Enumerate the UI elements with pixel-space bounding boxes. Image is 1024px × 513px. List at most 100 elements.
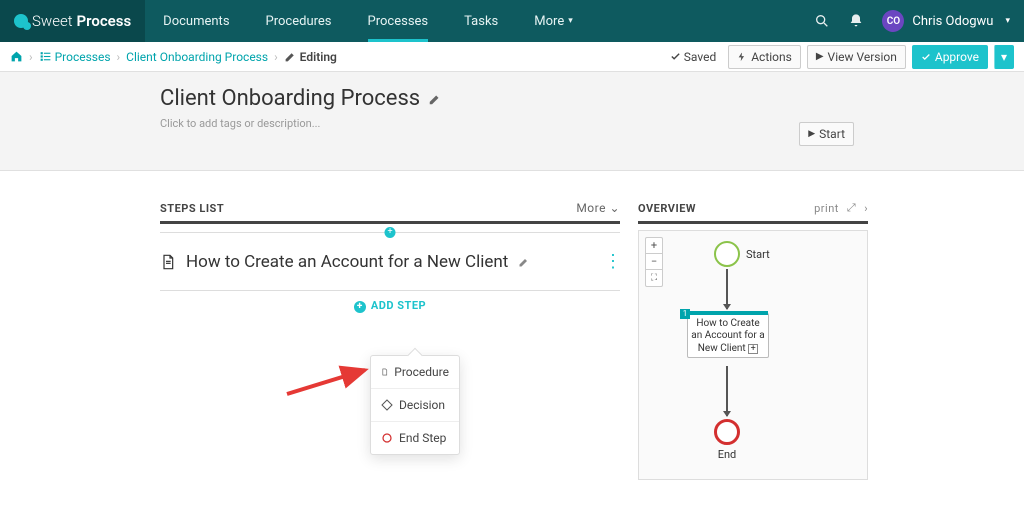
- nav-documents[interactable]: Documents: [145, 0, 247, 42]
- breadcrumb-sep: ›: [274, 50, 278, 64]
- pencil-icon: [518, 256, 530, 268]
- logo[interactable]: SweetProcess: [0, 0, 145, 42]
- flow-arrow-icon: [726, 269, 728, 309]
- popover-decision[interactable]: Decision: [371, 388, 459, 421]
- add-step-button[interactable]: ADD STEP: [160, 299, 620, 313]
- nav-processes[interactable]: Processes: [350, 0, 447, 42]
- node-start-label: Start: [746, 248, 770, 261]
- start-button[interactable]: ▶Start: [799, 122, 854, 146]
- step-row-1[interactable]: How to Create an Account for a New Clien…: [160, 241, 620, 282]
- overview-heading: OVERVIEW: [638, 202, 696, 215]
- bolt-icon: [737, 52, 747, 62]
- nav-tasks[interactable]: Tasks: [446, 0, 516, 42]
- breadcrumb-bar: › Processes › Client Onboarding Process …: [0, 42, 1024, 72]
- overview-heading-row: OVERVIEW print ⤢ ›: [638, 201, 868, 224]
- nav-procedures-label: Procedures: [266, 14, 332, 29]
- insert-rule-mid: [160, 290, 620, 291]
- node-end[interactable]: End: [714, 419, 740, 461]
- nav-documents-label: Documents: [163, 14, 229, 29]
- node-accent-bar: [688, 311, 768, 315]
- popover-procedure[interactable]: Procedure: [371, 356, 459, 388]
- user-menu[interactable]: CO Chris Odogwu ▾: [882, 10, 1010, 32]
- home-icon[interactable]: [10, 50, 23, 63]
- saved-label: Saved: [684, 50, 716, 64]
- tags-description-hint[interactable]: Click to add tags or description...: [160, 117, 1024, 130]
- popover-end-step-label: End Step: [399, 431, 446, 445]
- pencil-icon: [284, 50, 297, 63]
- search-icon[interactable]: [814, 13, 830, 29]
- node-start[interactable]: Start: [714, 241, 770, 267]
- pencil-icon: [428, 92, 442, 106]
- avatar-initials: CO: [887, 16, 900, 27]
- chevron-down-icon: ▾: [568, 16, 573, 26]
- breadcrumb-sep: ›: [117, 50, 121, 64]
- chevron-down-icon: ⌄: [609, 201, 620, 215]
- nav-right: CO Chris Odogwu ▾: [814, 10, 1024, 32]
- popover-decision-label: Decision: [399, 398, 445, 412]
- popover-end-step[interactable]: End Step: [371, 421, 459, 454]
- check-icon: [921, 52, 931, 62]
- step-menu-icon[interactable]: ⋮: [604, 251, 620, 272]
- popover-procedure-label: Procedure: [394, 365, 449, 379]
- check-icon: [670, 51, 681, 62]
- edit-step-icon[interactable]: [518, 256, 530, 268]
- node-end-label: End: [714, 448, 740, 461]
- process-title-text: Client Onboarding Process: [160, 86, 420, 111]
- list-icon: [39, 50, 52, 63]
- diamond-icon: [381, 399, 393, 411]
- steps-heading-row: STEPS LIST More ⌄: [160, 201, 620, 224]
- action-bar: Saved Actions ▶View Version Approve ▾: [670, 45, 1014, 69]
- add-step-popover: Procedure Decision End Step: [370, 355, 460, 455]
- edit-title-icon[interactable]: [428, 92, 442, 106]
- chevron-right-icon[interactable]: ›: [864, 202, 868, 215]
- process-title: Client Onboarding Process: [160, 86, 1024, 111]
- circle-icon: [381, 432, 393, 444]
- nav-more-label: More: [534, 14, 564, 29]
- nav-processes-label: Processes: [368, 14, 429, 29]
- main-content: STEPS LIST More ⌄ + How to Create an Acc…: [0, 171, 1024, 480]
- caret-down-icon: ▾: [1001, 50, 1007, 64]
- bell-icon[interactable]: [848, 13, 864, 29]
- approve-label: Approve: [935, 50, 979, 64]
- add-step-label: ADD STEP: [371, 299, 426, 312]
- play-icon: ▶: [816, 51, 824, 62]
- zoom-controls: + − ⛶: [645, 237, 663, 287]
- node-step-1[interactable]: 1 How to Create an Account for a New Cli…: [687, 313, 769, 358]
- end-circle-icon: [714, 419, 740, 445]
- expand-icon[interactable]: ⤢: [847, 201, 856, 215]
- actions-label: Actions: [751, 50, 792, 64]
- steps-more[interactable]: More ⌄: [576, 201, 620, 215]
- node-badge: 1: [680, 309, 690, 319]
- zoom-out[interactable]: −: [646, 254, 662, 270]
- approve-button[interactable]: Approve: [912, 45, 988, 69]
- breadcrumb-sep: ›: [29, 50, 33, 64]
- chevron-down-icon: ▾: [1005, 16, 1010, 26]
- saved-status: Saved: [670, 50, 716, 64]
- zoom-in[interactable]: +: [646, 238, 662, 254]
- nav-more[interactable]: More ▾: [516, 0, 590, 42]
- logo-mark-icon: [14, 14, 28, 28]
- logo-text-thin: Sweet: [32, 12, 73, 30]
- breadcrumb-current[interactable]: Client Onboarding Process: [126, 50, 268, 64]
- steps-more-label: More: [576, 201, 606, 215]
- insert-rule-top: +: [160, 232, 620, 233]
- actions-button[interactable]: Actions: [728, 45, 801, 69]
- top-nav: SweetProcess Documents Procedures Proces…: [0, 0, 1024, 42]
- overview-canvas[interactable]: + − ⛶ Start 1 How to Create an Account f…: [638, 230, 868, 480]
- view-version-button[interactable]: ▶View Version: [807, 45, 906, 69]
- document-icon: [381, 366, 388, 378]
- step-title: How to Create an Account for a New Clien…: [186, 252, 508, 272]
- breadcrumb-processes[interactable]: Processes: [55, 50, 111, 64]
- node-expand-icon[interactable]: +: [748, 344, 758, 354]
- approve-dropdown[interactable]: ▾: [994, 45, 1014, 69]
- document-icon: [160, 253, 176, 271]
- overview-column: OVERVIEW print ⤢ › + − ⛶ Start 1 How to …: [638, 201, 868, 480]
- print-link[interactable]: print: [814, 202, 839, 215]
- nav-procedures[interactable]: Procedures: [248, 0, 350, 42]
- zoom-fit[interactable]: ⛶: [646, 270, 662, 286]
- insert-step-top[interactable]: +: [385, 227, 396, 238]
- start-label: Start: [819, 127, 845, 141]
- nav-tasks-label: Tasks: [464, 14, 498, 29]
- logo-text-bold: Process: [77, 12, 132, 30]
- process-header: Client Onboarding Process Click to add t…: [0, 72, 1024, 171]
